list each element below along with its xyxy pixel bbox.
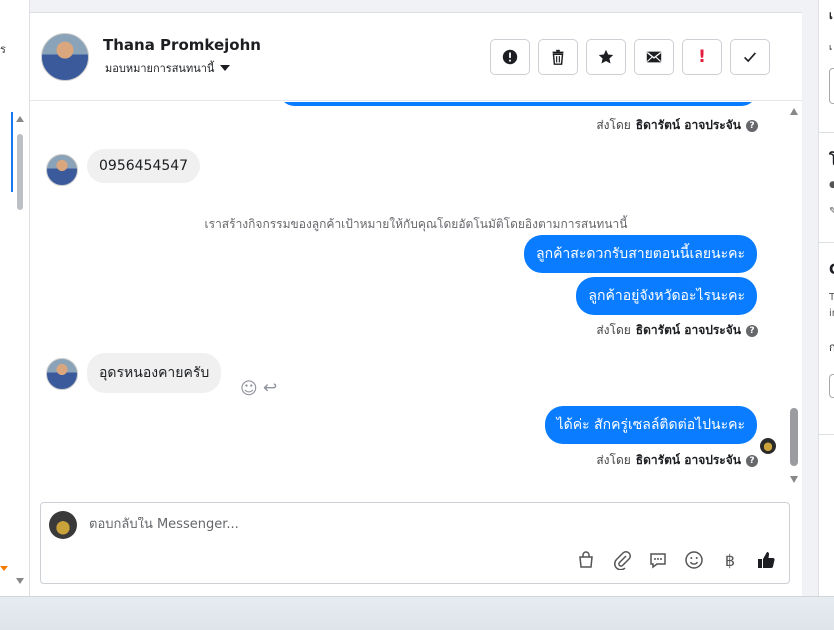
emoji-react-icon[interactable]: ☺ — [240, 379, 258, 399]
sent-by-label: ส่งโดย ธิดารัตน์ อาจประจัน ? — [596, 451, 758, 470]
scroll-up-arrow-icon[interactable] — [16, 116, 24, 122]
incoming-message-bubble[interactable]: 0956454547 — [87, 149, 201, 183]
mark-unread-button[interactable] — [634, 39, 674, 75]
selected-conversation-indicator — [11, 112, 13, 192]
agent-name[interactable]: ธิดารัตน์ อาจประจัน — [636, 451, 741, 470]
assign-conversation-label: มอบหมายการสนทนานี้ — [105, 62, 215, 75]
message-composer: ฿ — [40, 502, 790, 584]
shopping-bag-icon[interactable] — [575, 549, 597, 571]
trash-icon — [552, 49, 564, 65]
contact-avatar[interactable] — [41, 33, 89, 81]
scrollbar-thumb[interactable] — [790, 408, 798, 466]
details-field[interactable] — [829, 68, 834, 104]
conversation-list-panel: ร — [0, 0, 30, 596]
conversation-pane: Thana Promkejohn มอบหมายการสนทนานี้ ! ส่… — [30, 12, 802, 596]
scroll-down-arrow-icon[interactable] — [790, 476, 798, 483]
saved-reply-icon[interactable] — [647, 549, 669, 571]
conversation-list-scrollbar[interactable] — [16, 116, 24, 588]
mark-done-button[interactable] — [730, 39, 770, 75]
pin-icon: ✎ — [829, 206, 834, 217]
star-button[interactable] — [586, 39, 626, 75]
right-gutter — [802, 0, 818, 596]
conversation-header: Thana Promkejohn มอบหมายการสนทนานี้ ! — [30, 13, 802, 101]
chevron-down-icon — [220, 65, 231, 71]
reply-arrow-icon[interactable]: ↩ — [263, 378, 277, 398]
dot-icon: ● — [829, 180, 834, 190]
agent-name[interactable]: ธิดารัตน์ อาจประจัน — [636, 116, 741, 135]
info-icon[interactable]: ? — [746, 324, 758, 337]
outgoing-message-bubble[interactable]: ได้ค่ะ สักครู่เซลล์ติดต่อไปนะคะ — [544, 406, 757, 444]
mark-spam-button[interactable] — [490, 39, 530, 75]
incoming-message-bubble[interactable]: อุดรหนองคายครับ — [87, 353, 222, 393]
sent-by-label: ส่งโดย ธิดารัตน์ อาจประจัน ? — [596, 321, 758, 340]
details-fragment: T — [829, 292, 834, 303]
details-fragment: เ — [829, 43, 833, 53]
paperclip-icon[interactable] — [611, 549, 633, 571]
os-taskbar — [0, 596, 834, 630]
details-fragment: C — [829, 262, 834, 278]
composer-actions: ฿ — [575, 549, 777, 571]
details-fragment: in — [829, 308, 834, 319]
sent-by-label: ส่งโดย ธิดารัตน์ อาจประจัน ? — [596, 116, 758, 135]
info-icon[interactable]: ? — [746, 119, 758, 132]
conversation-list-fragment: ร — [0, 43, 6, 56]
follow-up-button[interactable]: ! — [682, 39, 722, 75]
contact-avatar-small[interactable] — [46, 358, 78, 390]
star-icon — [598, 49, 614, 64]
alert-circle-icon — [502, 49, 518, 65]
contact-details-panel: เ เ โ ● ✎ C T in ก — [818, 0, 834, 596]
outgoing-message-bubble[interactable]: ลูกค้าสะดวกรับสายตอนนี้เลยนะคะ — [524, 235, 757, 273]
details-fragment: โ — [829, 151, 834, 169]
emoji-icon[interactable] — [683, 549, 705, 571]
outgoing-message-bubble-partial[interactable] — [280, 102, 756, 106]
message-thread[interactable]: ส่งโดย ธิดารัตน์ อาจประจัน ? 0956454547 … — [30, 102, 802, 490]
delete-button[interactable] — [538, 39, 578, 75]
scrollbar-thumb[interactable] — [17, 134, 23, 210]
assign-conversation-dropdown[interactable]: มอบหมายการสนทนานี้ — [105, 59, 231, 77]
info-icon[interactable]: ? — [746, 454, 758, 467]
reply-input[interactable] — [89, 517, 769, 532]
system-note: เราสร้างกิจกรรมของลูกค้าเป้าหมายให้กับคุ… — [204, 217, 628, 231]
baht-icon[interactable]: ฿ — [719, 549, 741, 571]
details-field[interactable] — [829, 374, 834, 398]
page-avatar-seen — [760, 438, 776, 454]
scroll-up-arrow-icon[interactable] — [790, 108, 798, 115]
contact-name[interactable]: Thana Promkejohn — [103, 36, 261, 54]
orange-caret-icon — [0, 566, 8, 571]
app-window: ร Thana Promkejohn มอบหมายการสนทนานี้ ! … — [0, 0, 834, 630]
outgoing-message-bubble[interactable]: ลูกค้าอยู่จังหวัดอะไรนะคะ — [576, 277, 757, 315]
agent-name[interactable]: ธิดารัตน์ อาจประจัน — [636, 321, 741, 340]
thumbs-up-icon[interactable] — [755, 549, 777, 571]
details-fragment: ก — [829, 341, 834, 354]
thread-scrollbar[interactable] — [788, 102, 800, 490]
scroll-down-arrow-icon[interactable] — [16, 578, 24, 584]
contact-avatar-small[interactable] — [46, 154, 78, 186]
page-avatar — [49, 511, 77, 539]
details-fragment: เ — [829, 9, 833, 22]
exclamation-icon: ! — [698, 47, 706, 67]
check-icon — [744, 52, 757, 63]
envelope-icon — [646, 51, 662, 63]
